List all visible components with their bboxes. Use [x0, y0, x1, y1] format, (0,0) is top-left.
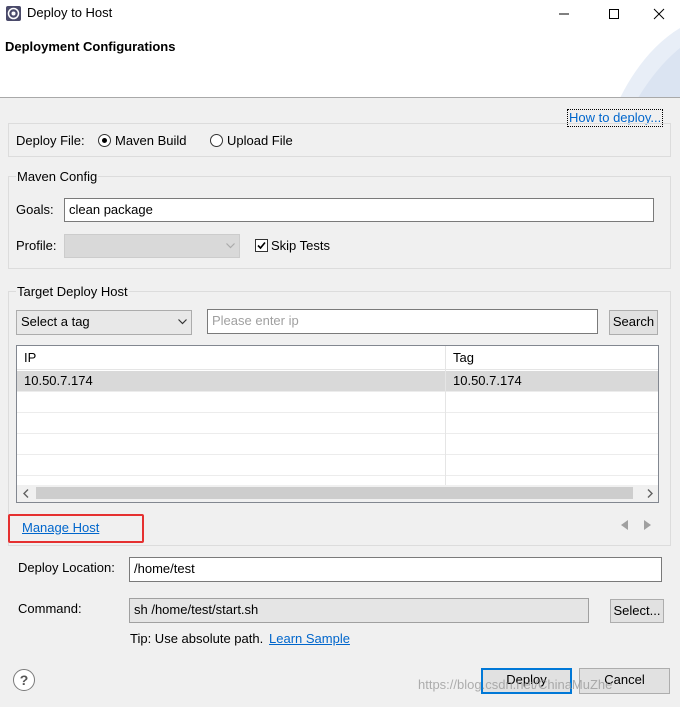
maven-config-legend: Maven Config — [16, 169, 99, 184]
command-label: Command: — [18, 601, 82, 616]
table-cell-tag: 10.50.7.174 — [453, 373, 522, 388]
horizontal-scrollbar[interactable] — [17, 485, 658, 502]
learn-sample-link[interactable]: Learn Sample — [269, 631, 350, 646]
chevron-right-icon — [647, 489, 653, 498]
window-title: Deploy to Host — [27, 5, 113, 20]
triangle-left-icon — [621, 520, 628, 530]
close-button[interactable] — [636, 0, 680, 28]
table-row-empty — [17, 455, 658, 476]
window-titlebar[interactable]: Deploy to Host — [0, 0, 680, 28]
dialog-header: Deployment Configurations — [0, 28, 680, 98]
checkmark-icon — [257, 241, 266, 250]
tip-text: Tip: Use absolute path. — [130, 631, 264, 646]
table-header-tag[interactable]: Tag — [446, 346, 658, 370]
minimize-icon — [559, 13, 569, 15]
skip-tests-label[interactable]: Skip Tests — [271, 238, 330, 253]
watermark-text: https://blog.csdn.net/ChinaMuZhe — [418, 677, 613, 692]
command-input[interactable]: sh /home/test/start.sh — [129, 598, 589, 623]
target-deploy-host-legend: Target Deploy Host — [16, 284, 129, 299]
maven-build-radio[interactable] — [98, 134, 111, 147]
goals-label: Goals: — [16, 202, 54, 217]
upload-file-radio[interactable] — [210, 134, 223, 147]
minimize-button[interactable] — [541, 0, 587, 28]
maven-build-label[interactable]: Maven Build — [115, 133, 187, 148]
table-cell-ip: 10.50.7.174 — [24, 373, 93, 388]
table-row-empty — [17, 413, 658, 434]
column-separator — [445, 346, 446, 486]
close-icon — [653, 8, 665, 20]
tag-select[interactable]: Select a tag — [16, 310, 192, 335]
page-prev-button[interactable] — [618, 518, 632, 532]
table-header-ip[interactable]: IP — [17, 346, 445, 370]
scrollbar-thumb[interactable] — [36, 487, 633, 499]
chevron-down-icon — [178, 319, 187, 325]
header-title: Deployment Configurations — [5, 39, 176, 54]
eclipse-app-icon — [6, 6, 21, 21]
profile-select[interactable] — [64, 234, 240, 258]
table-row-empty — [17, 434, 658, 455]
page-next-button[interactable] — [640, 518, 654, 532]
triangle-right-icon — [644, 520, 651, 530]
table-row-empty — [17, 392, 658, 413]
scroll-left-button[interactable] — [17, 485, 34, 502]
command-select-button[interactable]: Select... — [610, 599, 664, 623]
deploy-file-label: Deploy File: — [16, 133, 85, 148]
help-icon[interactable]: ? — [13, 669, 35, 691]
manage-host-link[interactable]: Manage Host — [22, 520, 99, 535]
header-decoration — [620, 28, 680, 97]
tag-select-value: Select a tag — [21, 314, 90, 329]
maximize-icon — [609, 9, 619, 19]
deploy-location-label: Deploy Location: — [18, 560, 115, 575]
table-row[interactable]: 10.50.7.174 10.50.7.174 — [17, 371, 658, 392]
goals-input[interactable]: clean package — [64, 198, 654, 222]
upload-file-label[interactable]: Upload File — [227, 133, 293, 148]
profile-label: Profile: — [16, 238, 57, 253]
skip-tests-checkbox[interactable] — [255, 239, 268, 252]
maximize-button[interactable] — [591, 0, 637, 28]
ip-search-input[interactable]: Please enter ip — [207, 309, 598, 334]
deploy-location-input[interactable]: /home/test — [129, 557, 662, 582]
host-table[interactable]: IP Tag 10.50.7.174 10.50.7.174 — [16, 345, 659, 503]
chevron-down-icon — [226, 243, 235, 249]
chevron-left-icon — [22, 489, 28, 498]
scroll-right-button[interactable] — [641, 485, 658, 502]
search-button[interactable]: Search — [609, 310, 658, 335]
ip-search-placeholder: Please enter ip — [212, 313, 299, 328]
